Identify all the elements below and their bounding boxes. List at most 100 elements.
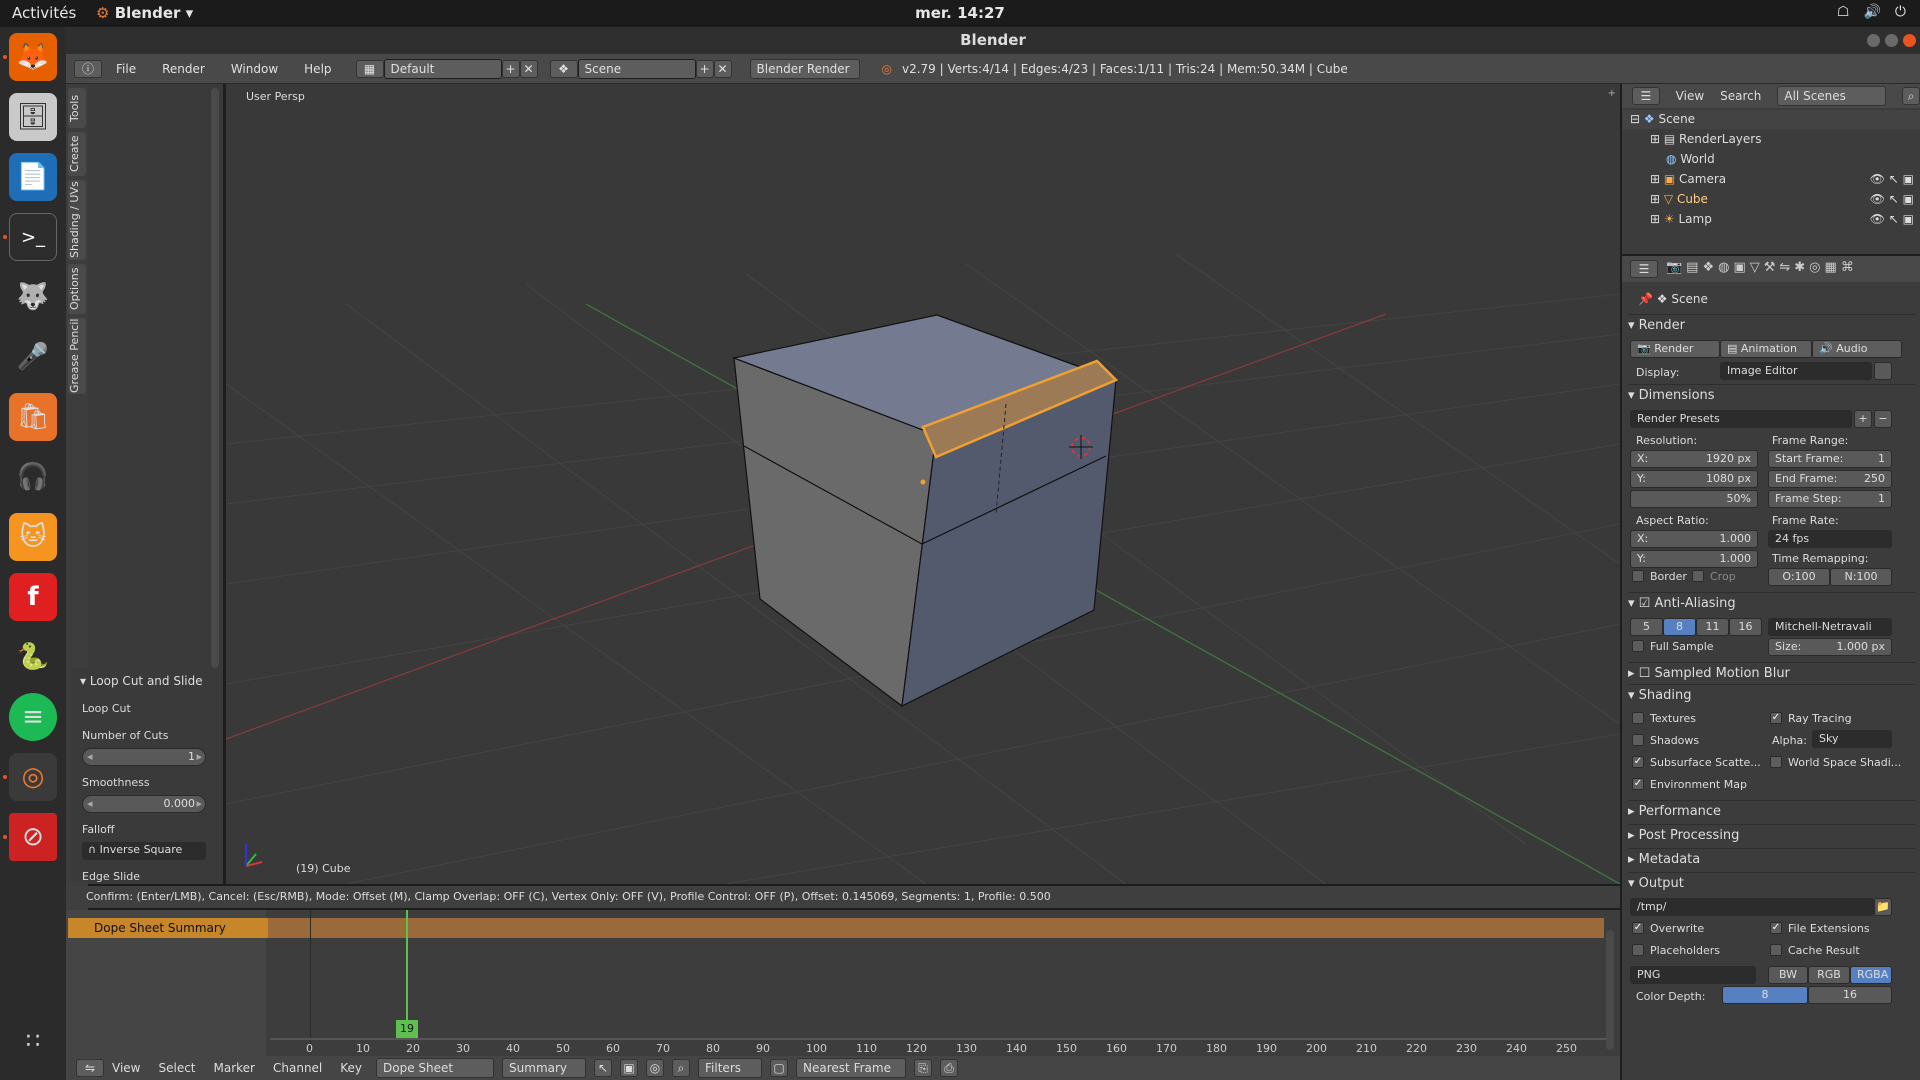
operator-title[interactable]: ▾ Loop Cut and Slide xyxy=(72,668,216,694)
dope-menu-key[interactable]: Key xyxy=(340,1061,362,1075)
software-center-icon[interactable]: 🛍 xyxy=(9,393,57,441)
split-area-icon[interactable]: + xyxy=(1608,88,1616,99)
remove-layout-icon[interactable]: ✕ xyxy=(519,59,538,78)
cube-mesh[interactable] xyxy=(731,314,1119,708)
remove-scene-icon[interactable]: ✕ xyxy=(713,59,732,78)
tab-options[interactable]: Options xyxy=(68,264,86,314)
summary-button[interactable]: Summary xyxy=(502,1058,587,1078)
flash-icon[interactable]: f xyxy=(9,573,57,621)
layout-field[interactable]: Default xyxy=(383,58,502,79)
firefox-icon[interactable]: 🦊 xyxy=(9,33,57,81)
cuts-field[interactable]: 1 xyxy=(82,748,206,766)
blender-icon[interactable]: ◎ xyxy=(9,753,57,801)
close-icon[interactable] xyxy=(1903,34,1916,47)
performance-panel-header[interactable]: ▸ Performance xyxy=(1628,800,1916,822)
dope-sheet-editor[interactable]: Dope Sheet Summary 19 0 10 20 30 40 50 60 70 80 9… xyxy=(66,910,1620,1080)
ray-tracing-checkbox[interactable]: ✓ xyxy=(1770,712,1782,724)
metadata-panel-header[interactable]: ▸ Metadata xyxy=(1628,848,1916,870)
motion-blur-panel-header[interactable]: ▸ ☐ Sampled Motion Blur xyxy=(1628,662,1916,684)
aa-filter-select[interactable]: Mitchell-Netravali xyxy=(1768,618,1892,636)
file-ext-checkbox[interactable]: ✓ xyxy=(1770,922,1782,934)
tool-shelf-scrollbar[interactable] xyxy=(211,88,219,668)
outliner-item-cube[interactable]: ⊞ ▽ Cube 👁 ↖ ▣ xyxy=(1622,190,1920,209)
tab-shading-uvs[interactable]: Shading / UVs xyxy=(68,180,86,260)
menu-window[interactable]: Window xyxy=(231,62,278,76)
shadows-checkbox[interactable] xyxy=(1632,734,1644,746)
frame-step-field[interactable]: Frame Step: 1 xyxy=(1768,490,1892,508)
outliner-item-lamp[interactable]: ⊞ ☀ Lamp 👁 ↖ ▣ xyxy=(1622,210,1920,229)
render-button[interactable]: 📷 Render xyxy=(1630,340,1720,358)
cube-visibility-icons[interactable]: 👁 ↖ ▣ xyxy=(1870,190,1914,209)
remove-preset-icon[interactable]: − xyxy=(1874,410,1892,428)
placeholders-checkbox[interactable] xyxy=(1632,944,1644,956)
color-depth-16[interactable]: 16 xyxy=(1808,986,1892,1004)
only-selected-icon[interactable]: ↖ xyxy=(594,1059,613,1077)
copy-keys-icon[interactable]: ⎘ xyxy=(914,1059,933,1077)
3d-viewport[interactable]: User Persp (19) Cube + xyxy=(226,84,1620,884)
add-layout-icon[interactable]: + xyxy=(501,59,520,78)
cache-checkbox[interactable] xyxy=(1770,944,1782,956)
camera-visibility-icons[interactable]: 👁 ↖ ▣ xyxy=(1870,170,1914,189)
aa-sample-11[interactable]: 11 xyxy=(1696,618,1729,636)
current-frame-indicator[interactable]: 19 xyxy=(396,1020,418,1038)
aa-sample-5[interactable]: 5 xyxy=(1630,618,1663,636)
smoothness-field[interactable]: 0.000 xyxy=(82,795,206,813)
properties-type-icon[interactable]: ☰ xyxy=(1630,260,1658,278)
aspect-y-field[interactable]: Y: 1.000 xyxy=(1630,550,1758,568)
menu-file[interactable]: File xyxy=(116,62,136,76)
dope-menu-view[interactable]: View xyxy=(112,1061,140,1075)
outliner-menu-search[interactable]: Search xyxy=(1720,89,1761,103)
aspect-x-field[interactable]: X: 1.000 xyxy=(1630,530,1758,548)
color-depth-8[interactable]: 8 xyxy=(1722,986,1808,1004)
gimp-icon[interactable]: 🐺 xyxy=(9,273,57,321)
menu-help[interactable]: Help xyxy=(304,62,331,76)
outliner-item-camera[interactable]: ⊞ ▣ Camera 👁 ↖ ▣ xyxy=(1622,170,1920,189)
outliner-filter-select[interactable]: All Scenes xyxy=(1777,86,1887,106)
res-x-field[interactable]: X: 1920 px xyxy=(1630,450,1758,468)
maximize-icon[interactable] xyxy=(1885,34,1898,47)
dope-mode-select[interactable]: Dope Sheet xyxy=(376,1058,495,1078)
outliner-item-world[interactable]: ◍ World xyxy=(1622,150,1920,169)
crop-checkbox[interactable] xyxy=(1692,570,1704,582)
viewport-canvas[interactable] xyxy=(226,84,1620,884)
world-space-checkbox[interactable] xyxy=(1770,756,1782,768)
time-new-field[interactable]: N:100 xyxy=(1830,568,1892,586)
paste-keys-icon[interactable]: ⎙ xyxy=(940,1059,959,1077)
only-errors-icon[interactable]: ◎ xyxy=(646,1059,665,1077)
time-old-field[interactable]: O:100 xyxy=(1768,568,1830,586)
writer-icon[interactable]: 📄 xyxy=(9,153,57,201)
aa-panel-header[interactable]: ▾ ☑ Anti-Aliasing xyxy=(1628,592,1916,614)
render-presets-select[interactable]: Render Presets xyxy=(1630,410,1852,428)
shading-panel-header[interactable]: ▾ Shading xyxy=(1628,684,1916,706)
alpha-select[interactable]: Sky xyxy=(1812,730,1892,748)
display-select[interactable]: Image Editor xyxy=(1720,362,1872,380)
show-apps-icon[interactable]: ∷ xyxy=(9,1017,57,1065)
dope-menu-marker[interactable]: Marker xyxy=(214,1061,255,1075)
color-mode-rgb[interactable]: RGB xyxy=(1808,966,1850,984)
audacity-icon[interactable]: 🎧 xyxy=(9,453,57,501)
textures-checkbox[interactable] xyxy=(1632,712,1644,724)
res-percent-field[interactable]: 50% xyxy=(1630,490,1758,508)
outliner-type-icon[interactable]: ☰ xyxy=(1632,87,1660,105)
border-checkbox[interactable] xyxy=(1632,570,1644,582)
audio-button[interactable]: 🔊 Audio xyxy=(1812,340,1902,358)
show-hidden-icon[interactable]: ▣ xyxy=(620,1059,639,1077)
network-icon[interactable]: ☖ xyxy=(1837,4,1850,20)
menu-render[interactable]: Render xyxy=(162,62,205,76)
dimensions-panel-header[interactable]: ▾ Dimensions xyxy=(1628,384,1916,406)
add-preset-icon[interactable]: + xyxy=(1854,410,1872,428)
start-frame-field[interactable]: Start Frame: 1 xyxy=(1768,450,1892,468)
lamp-visibility-icons[interactable]: 👁 ↖ ▣ xyxy=(1870,210,1914,229)
scene-field[interactable]: Scene xyxy=(577,58,696,79)
terminal-icon[interactable]: >_ xyxy=(9,213,57,261)
aa-size-field[interactable]: Size: 1.000 px xyxy=(1768,638,1892,656)
end-frame-field[interactable]: End Frame: 250 xyxy=(1768,470,1892,488)
volume-icon[interactable]: 🔊 xyxy=(1863,4,1880,20)
scene-icon[interactable]: ❖ xyxy=(549,59,578,78)
add-scene-icon[interactable]: + xyxy=(695,59,714,78)
python-icon[interactable]: 🐍 xyxy=(9,633,57,681)
dope-menu-select[interactable]: Select xyxy=(158,1061,195,1075)
overwrite-checkbox[interactable]: ✓ xyxy=(1632,922,1644,934)
minimize-icon[interactable] xyxy=(1867,34,1880,47)
color-mode-bw[interactable]: BW xyxy=(1768,966,1808,984)
